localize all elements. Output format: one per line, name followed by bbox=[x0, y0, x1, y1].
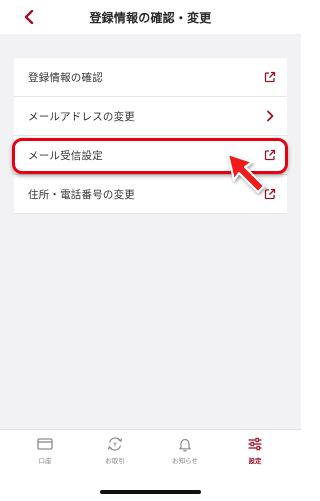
menu-item-change-address-phone[interactable]: 住所・電話番号の変更 bbox=[14, 175, 287, 214]
tab-label: お取引 bbox=[105, 457, 125, 465]
home-indicator bbox=[100, 490, 201, 494]
menu-item-label: メール受信設定 bbox=[28, 149, 103, 162]
tab-label: 口座 bbox=[38, 457, 52, 465]
tab-label: 設定 bbox=[248, 457, 262, 465]
exchange-icon: ¥ bbox=[107, 437, 123, 451]
menu-item-change-email[interactable]: メールアドレスの変更 bbox=[14, 97, 287, 136]
menu-item-label: 住所・電話番号の変更 bbox=[28, 188, 135, 201]
card-icon bbox=[37, 438, 53, 450]
menu-item-confirm-registration[interactable]: 登録情報の確認 bbox=[14, 58, 287, 97]
page-title: 登録情報の確認・変更 bbox=[89, 11, 212, 25]
tab-notifications[interactable]: お知らせ bbox=[160, 436, 210, 468]
screen: 登録情報の確認・変更 登録情報の確認 メールアドレスの変更 メール受信設定 住所… bbox=[0, 0, 301, 501]
external-link-icon bbox=[263, 70, 277, 84]
chevron-right-icon bbox=[263, 109, 277, 123]
bell-icon bbox=[179, 438, 191, 452]
external-link-icon bbox=[263, 148, 277, 162]
header: 登録情報の確認・変更 bbox=[0, 0, 301, 34]
tab-settings[interactable]: 設定 bbox=[230, 436, 280, 468]
menu-item-mail-settings[interactable]: メール受信設定 bbox=[14, 136, 287, 175]
svg-text:¥: ¥ bbox=[113, 442, 117, 449]
external-link-icon bbox=[263, 187, 277, 201]
tab-label: お知らせ bbox=[172, 457, 198, 465]
settings-sliders-icon bbox=[248, 437, 262, 451]
menu-item-label: メールアドレスの変更 bbox=[28, 110, 135, 123]
tab-transactions[interactable]: ¥ お取引 bbox=[90, 436, 140, 468]
settings-menu: 登録情報の確認 メールアドレスの変更 メール受信設定 住所・電話番号の変更 bbox=[14, 58, 287, 214]
menu-item-label: 登録情報の確認 bbox=[28, 71, 103, 84]
tab-account[interactable]: 口座 bbox=[20, 436, 70, 468]
